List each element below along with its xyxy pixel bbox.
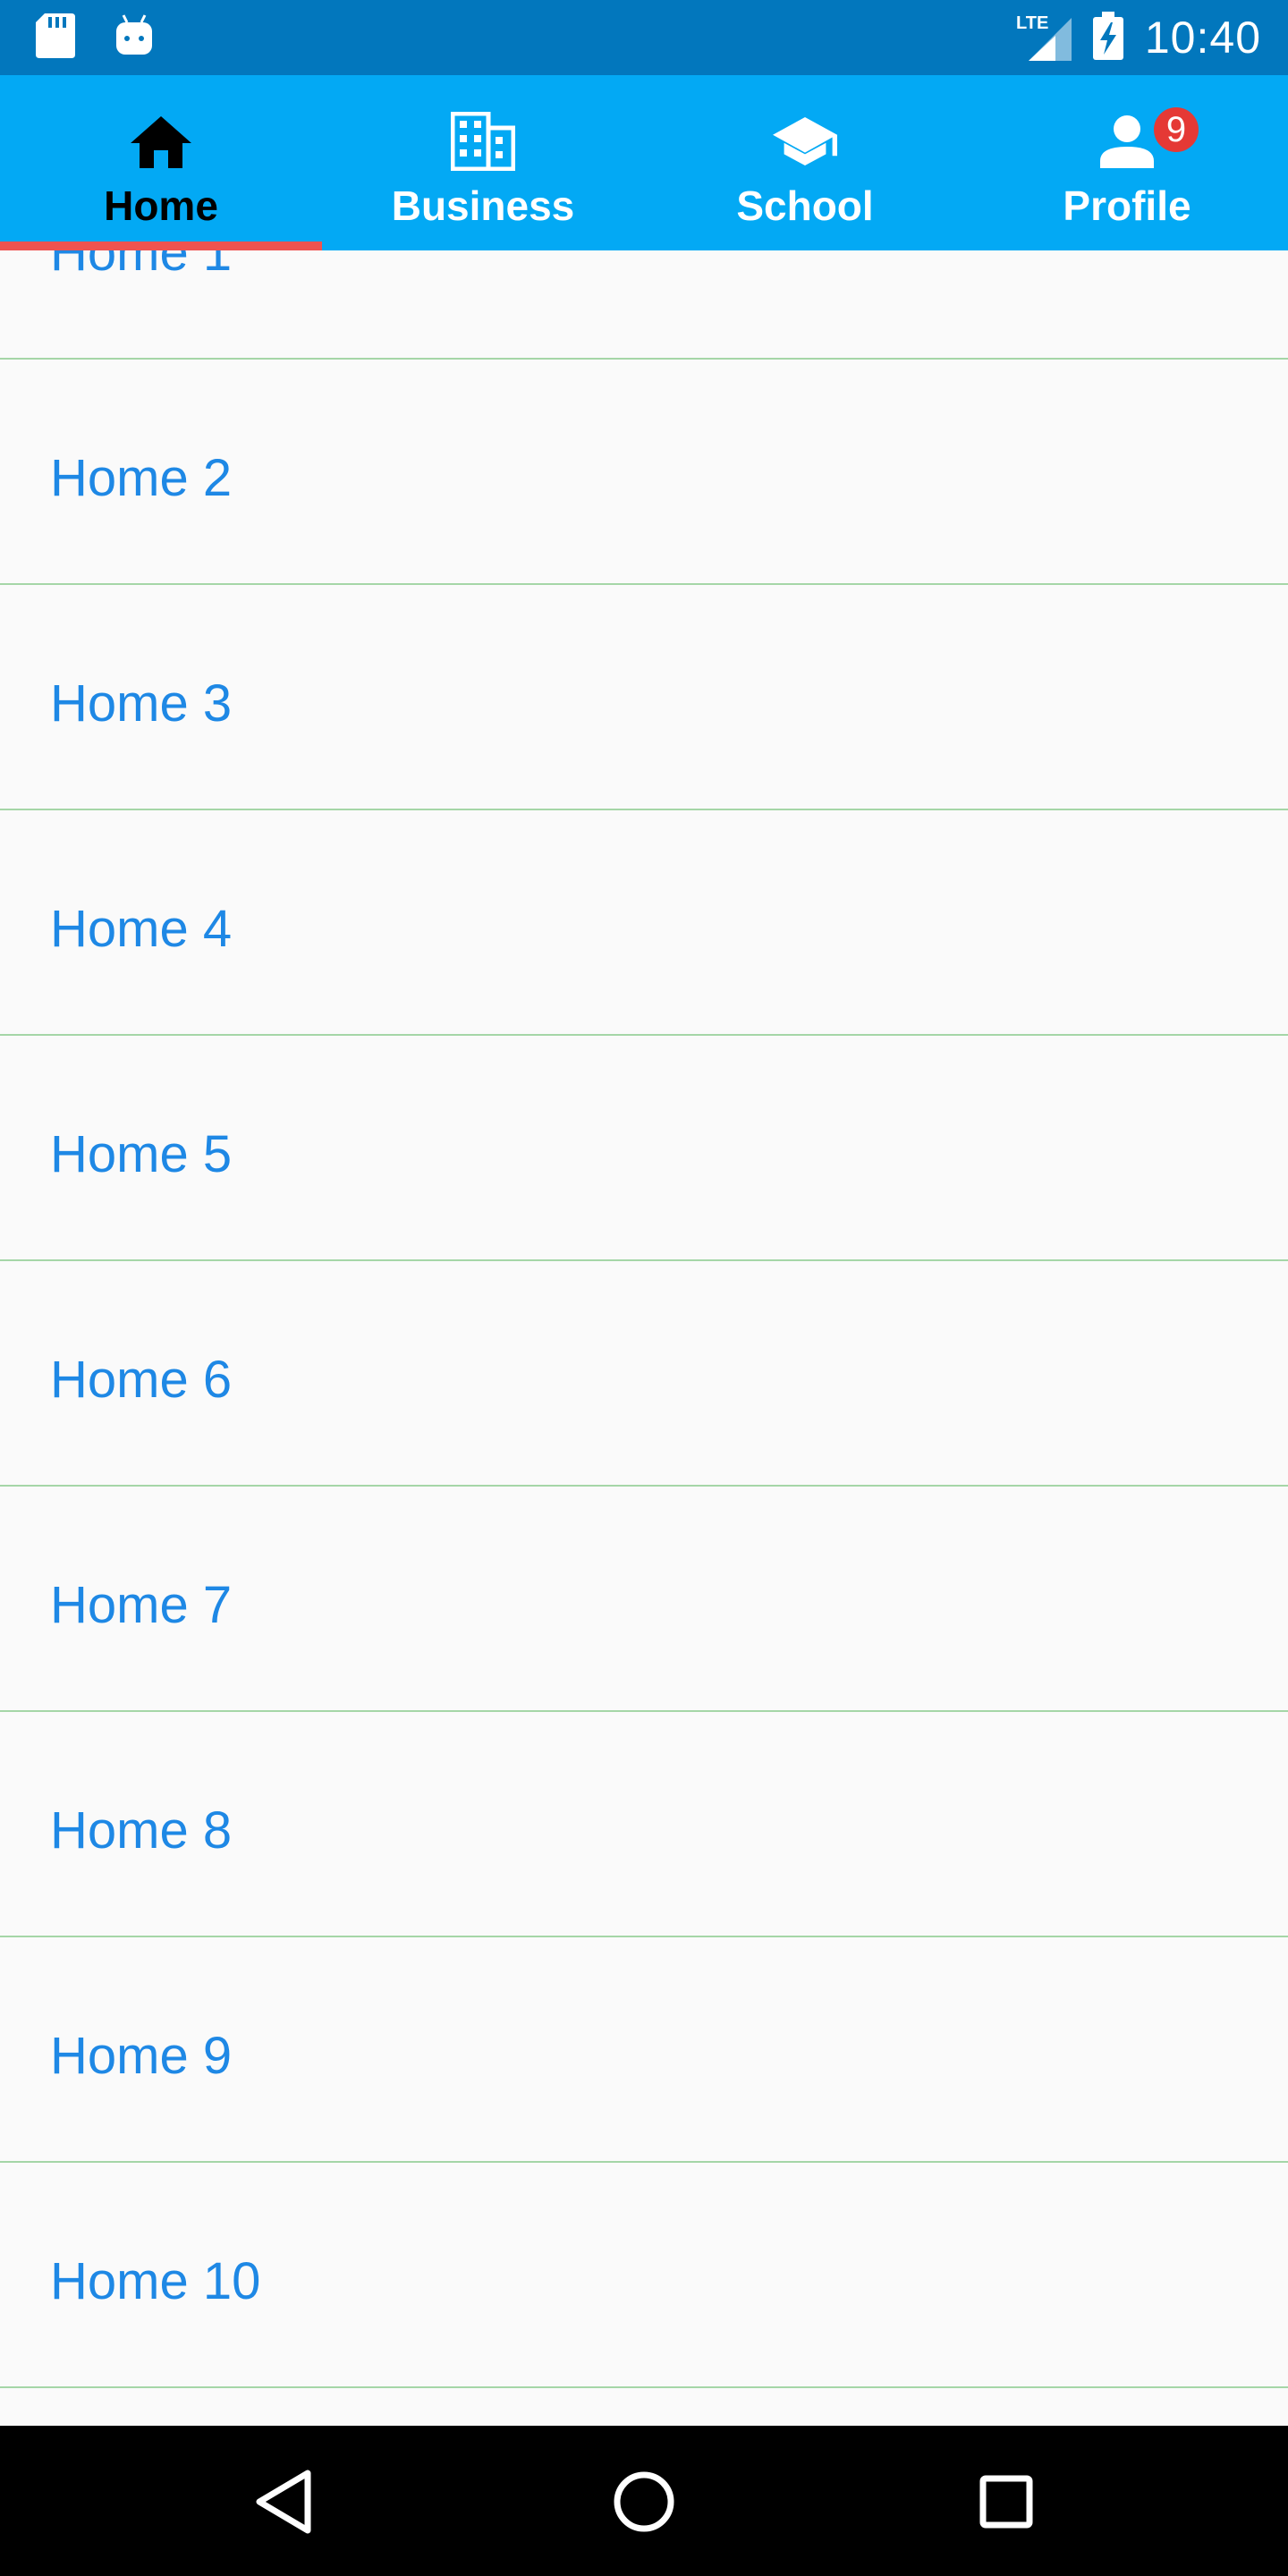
status-bar: LTE 10:40	[0, 0, 1288, 75]
list-item-label: Home 4	[50, 900, 233, 958]
back-icon[interactable]	[243, 2462, 324, 2542]
android-debug-icon	[114, 13, 154, 63]
recents-icon[interactable]	[966, 2462, 1046, 2542]
list-item[interactable]: Home 8	[0, 1712, 1288, 1937]
tab-business[interactable]: Business	[322, 75, 644, 250]
list-item[interactable]: Home 2	[0, 360, 1288, 585]
list-item[interactable]: Home 6	[0, 1261, 1288, 1487]
battery-charging-icon	[1092, 11, 1123, 64]
home-icon	[129, 109, 193, 174]
notification-badge: 9	[1154, 107, 1199, 152]
tab-home-label: Home	[104, 182, 218, 229]
status-left-icons	[36, 13, 154, 63]
tab-profile-label: Profile	[1063, 182, 1191, 229]
list-item[interactable]: Home 5	[0, 1036, 1288, 1261]
list-item[interactable]: Home 3	[0, 585, 1288, 810]
list-item[interactable]: Home 9	[0, 1937, 1288, 2163]
list-item[interactable]: Home 7	[0, 1487, 1288, 1712]
home-list: Home 1 Home 2 Home 3 Home 4 Home 5 Home …	[0, 134, 1288, 2388]
list-item-label: Home 3	[50, 674, 233, 733]
tab-school[interactable]: School	[644, 75, 966, 250]
list-item-label: Home 5	[50, 1125, 233, 1183]
lte-signal-icon: LTE	[1016, 11, 1072, 65]
list-item[interactable]: Home 10	[0, 2163, 1288, 2388]
tab-home[interactable]: Home	[0, 75, 322, 250]
list-item[interactable]: Home 4	[0, 810, 1288, 1036]
system-nav-bar	[0, 2426, 1288, 2576]
network-label: LTE	[1016, 13, 1048, 33]
list-item-label: Home 9	[50, 2027, 233, 2085]
list-item-label: Home 7	[50, 1576, 233, 1634]
tab-bar: Home Business School Profile 9	[0, 75, 1288, 250]
list-item-label: Home 2	[50, 449, 233, 507]
tab-business-label: Business	[391, 182, 575, 229]
status-time: 10:40	[1144, 13, 1261, 63]
list-item-label: Home 10	[50, 2252, 261, 2310]
school-icon	[773, 109, 837, 174]
person-icon	[1095, 109, 1159, 174]
business-icon	[451, 109, 515, 174]
status-right-icons: LTE 10:40	[1016, 11, 1261, 65]
home-circle-icon[interactable]	[604, 2462, 684, 2542]
list-item-label: Home 6	[50, 1351, 233, 1409]
sd-card-icon	[36, 13, 75, 63]
tab-school-label: School	[736, 182, 874, 229]
tab-profile[interactable]: Profile 9	[966, 75, 1288, 250]
list-item-label: Home 8	[50, 1801, 233, 1860]
